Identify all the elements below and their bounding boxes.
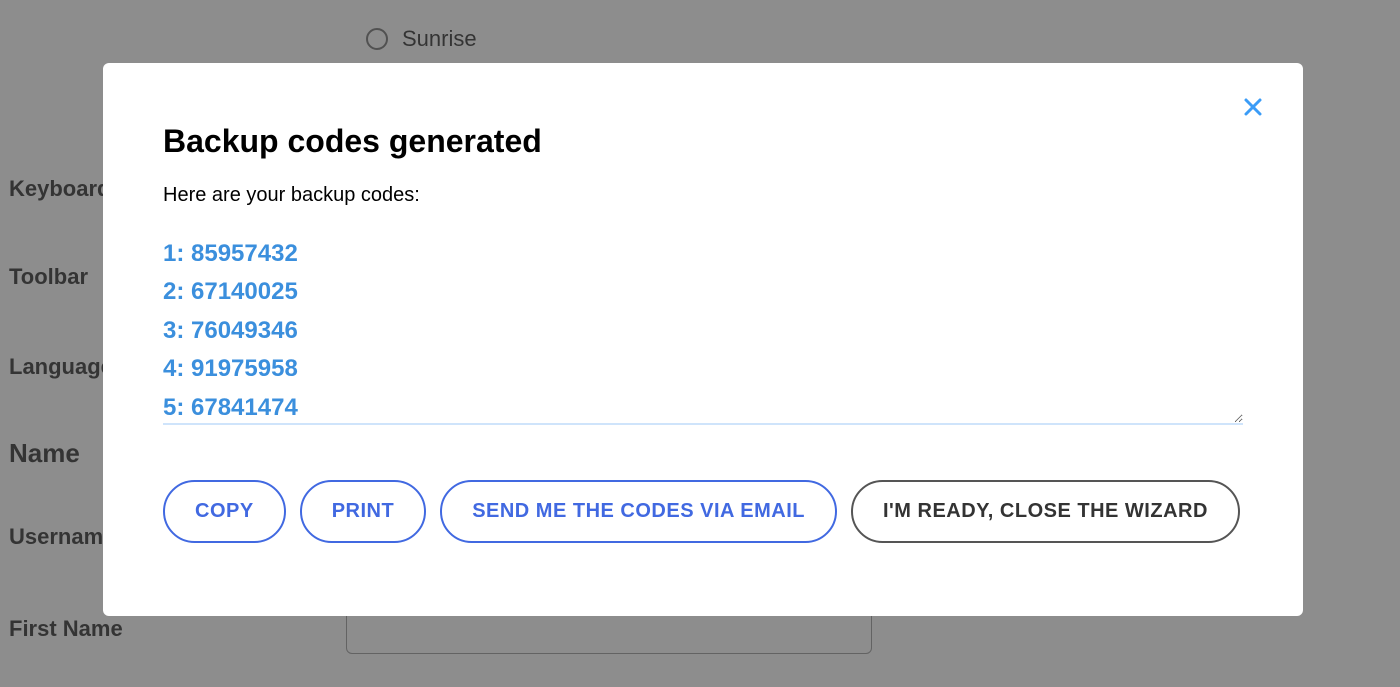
modal-title: Backup codes generated	[163, 123, 1243, 160]
copy-button[interactable]: COPY	[163, 480, 286, 543]
close-wizard-button[interactable]: I'M READY, CLOSE THE WIZARD	[851, 480, 1240, 543]
modal-subtitle: Here are your backup codes:	[163, 184, 1243, 207]
backup-codes-modal: Backup codes generated Here are your bac…	[103, 63, 1303, 616]
backup-codes-textarea[interactable]	[163, 235, 1243, 425]
close-icon[interactable]	[1241, 95, 1265, 119]
modal-button-row: COPY PRINT SEND ME THE CODES VIA EMAIL I…	[163, 480, 1243, 543]
email-codes-button[interactable]: SEND ME THE CODES VIA EMAIL	[440, 480, 837, 543]
print-button[interactable]: PRINT	[300, 480, 427, 543]
